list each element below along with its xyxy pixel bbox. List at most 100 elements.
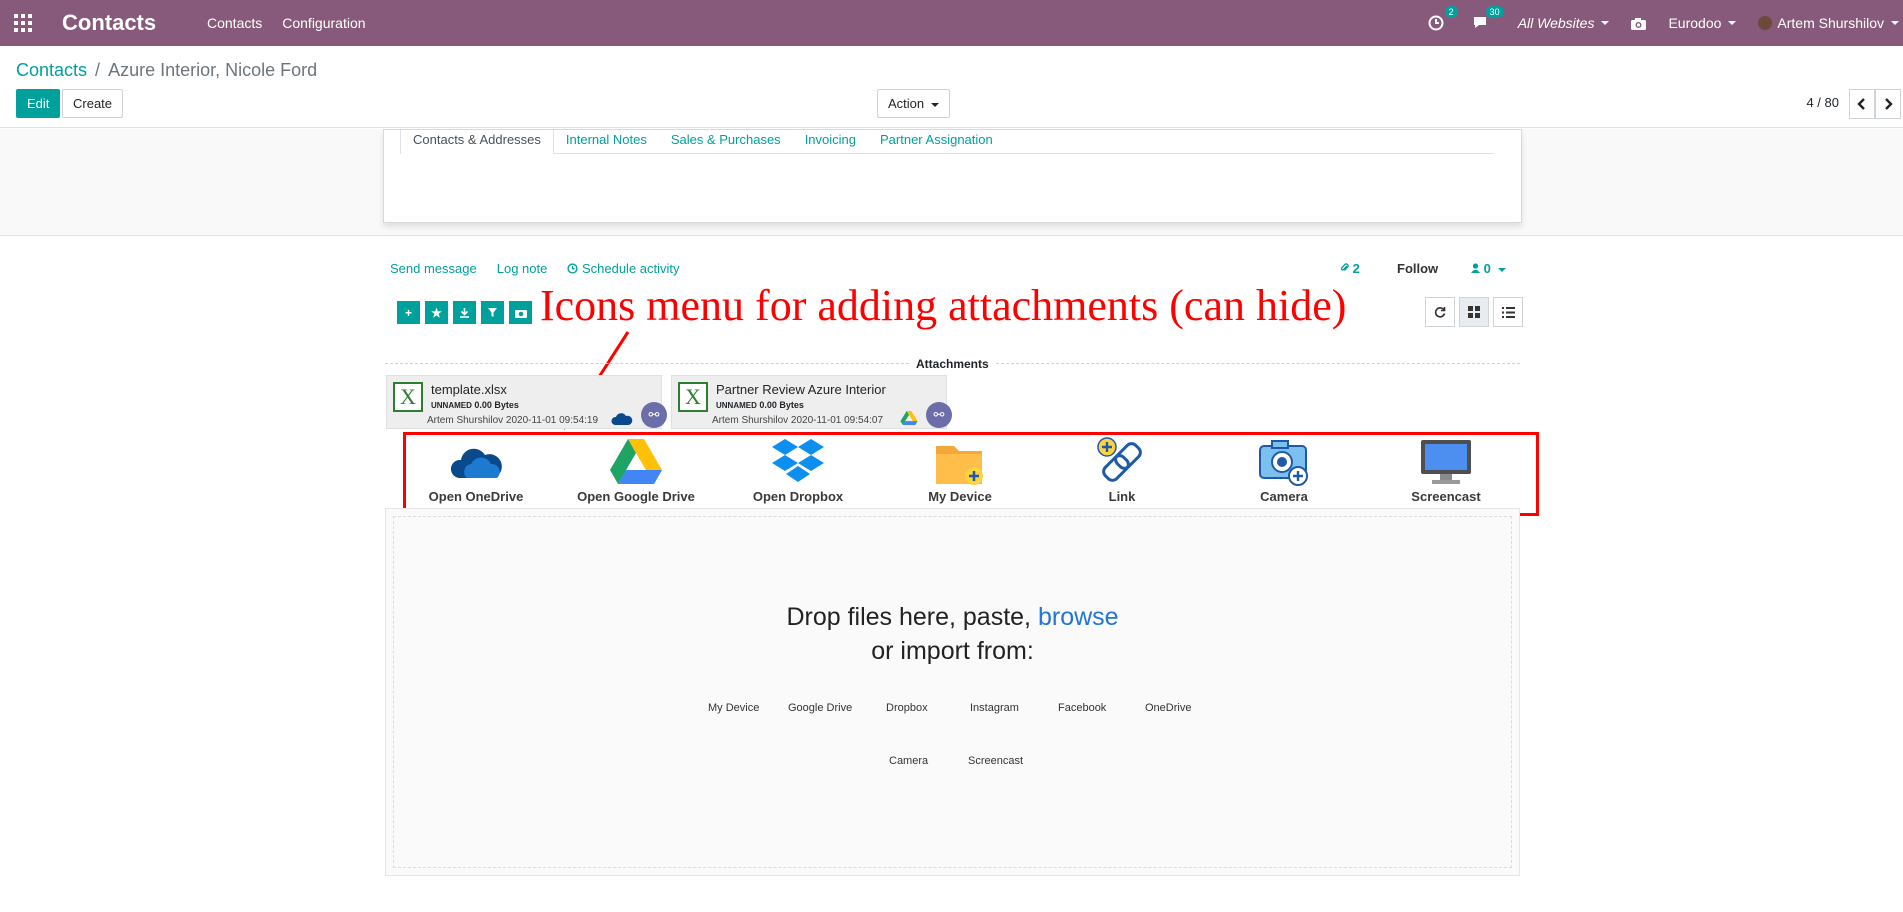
list-view-button[interactable] bbox=[1493, 297, 1523, 327]
websites-switcher[interactable]: All Websites bbox=[1518, 15, 1610, 31]
breadcrumb-separator: / bbox=[95, 60, 101, 80]
open-dropbox-button[interactable]: Open Dropbox bbox=[728, 437, 868, 504]
edit-button[interactable]: Edit bbox=[16, 89, 61, 118]
link-add-icon bbox=[1097, 437, 1142, 482]
notebook-tabs: Contacts & Addresses Internal Notes Sale… bbox=[400, 130, 1494, 154]
onedrive-icon[interactable] bbox=[611, 412, 633, 426]
excel-file-icon: X bbox=[393, 382, 423, 412]
apps-menu-icon[interactable] bbox=[14, 14, 32, 32]
activity-count-badge: 2 bbox=[1444, 6, 1458, 18]
dropzone-area[interactable] bbox=[393, 516, 1512, 868]
import-onedrive[interactable]: OneDrive bbox=[1145, 702, 1191, 714]
chevron-down-icon bbox=[1497, 267, 1506, 272]
onedrive-icon bbox=[450, 448, 502, 478]
download-icon bbox=[460, 308, 469, 318]
camera-capture-button[interactable]: Camera bbox=[1214, 437, 1354, 504]
clock-icon bbox=[1428, 15, 1444, 31]
main-menu: Contacts Configuration bbox=[207, 15, 366, 31]
followers-button[interactable]: 0 bbox=[1471, 261, 1506, 276]
filter-icon bbox=[488, 308, 497, 317]
followers-count: 0 bbox=[1483, 261, 1491, 276]
menu-item-label: Open OneDrive bbox=[428, 489, 524, 504]
monitor-icon bbox=[1421, 440, 1471, 484]
tab-sales-purchases[interactable]: Sales & Purchases bbox=[659, 130, 793, 154]
user-menu[interactable]: Artem Shurshilov bbox=[1758, 15, 1899, 31]
dropbox-icon bbox=[772, 439, 824, 482]
grid-view-button[interactable] bbox=[1459, 297, 1489, 327]
my-device-button[interactable]: My Device bbox=[890, 437, 1030, 504]
refresh-button[interactable] bbox=[1425, 297, 1455, 327]
browse-link[interactable]: browse bbox=[1038, 603, 1119, 631]
schedule-activity-button[interactable]: Schedule activity bbox=[567, 261, 680, 276]
attachment-tag: UNNAMED bbox=[716, 401, 757, 410]
activity-menu[interactable]: 2 bbox=[1428, 6, 1458, 31]
log-note-button[interactable]: Log note bbox=[497, 261, 548, 276]
breadcrumb-contacts[interactable]: Contacts bbox=[16, 60, 87, 80]
attachment-name: Partner Review Azure Interior bbox=[716, 382, 886, 397]
attachment-size: 0.00 Bytes bbox=[474, 400, 519, 410]
pager-next-button[interactable] bbox=[1875, 89, 1901, 119]
chatter-topbar: Send message Log note Schedule activity bbox=[390, 261, 680, 276]
import-my-device[interactable]: My Device bbox=[708, 702, 759, 714]
open-google-drive-button[interactable]: Open Google Drive bbox=[566, 437, 706, 504]
add-attachment-button[interactable]: + bbox=[397, 301, 420, 324]
open-onedrive-button[interactable]: Open OneDrive bbox=[406, 437, 546, 504]
list-icon bbox=[1501, 306, 1515, 318]
tab-internal-notes[interactable]: Internal Notes bbox=[554, 130, 659, 154]
menu-item-label: Open Google Drive bbox=[577, 489, 695, 504]
pager-previous-button[interactable] bbox=[1849, 89, 1875, 119]
company-switcher[interactable]: Eurodoo bbox=[1668, 15, 1737, 31]
dropzone-line1: Drop files here, paste, bbox=[786, 603, 1032, 631]
action-dropdown[interactable]: Action bbox=[877, 89, 951, 118]
link-icon[interactable]: ⚯ bbox=[926, 402, 952, 428]
import-dropbox[interactable]: Dropbox bbox=[886, 702, 928, 714]
attachment-card[interactable]: X Partner Review Azure Interior UNNAMED … bbox=[671, 375, 952, 429]
add-link-button[interactable]: Link bbox=[1052, 437, 1192, 504]
user-icon bbox=[1471, 263, 1480, 273]
link-icon[interactable]: ⚯ bbox=[641, 402, 667, 428]
menu-configuration[interactable]: Configuration bbox=[282, 15, 365, 31]
top-navbar: Contacts Contacts Configuration 2 30 All… bbox=[0, 0, 1903, 46]
grid-icon bbox=[1468, 306, 1480, 318]
create-button[interactable]: Create bbox=[62, 89, 124, 118]
clock-icon bbox=[567, 263, 578, 274]
annotation-text: Icons menu for adding attachments (can h… bbox=[540, 281, 1347, 330]
dropzone-line2: or import from: bbox=[871, 637, 1034, 665]
download-button[interactable] bbox=[453, 301, 476, 324]
dropzone-text: Drop files here, paste, browse or import… bbox=[393, 600, 1512, 668]
camera-icon bbox=[1631, 17, 1647, 30]
menu-item-label: Open Dropbox bbox=[752, 489, 844, 504]
attachment-count-button[interactable]: 2 bbox=[1340, 261, 1360, 276]
google-drive-icon[interactable] bbox=[898, 411, 920, 425]
pager-value[interactable]: 4 / 80 bbox=[1806, 95, 1839, 110]
refresh-icon bbox=[1434, 307, 1446, 318]
attachment-size: 0.00 Bytes bbox=[759, 400, 804, 410]
send-message-button[interactable]: Send message bbox=[390, 261, 477, 276]
app-brand[interactable]: Contacts bbox=[62, 10, 156, 36]
camera-icon bbox=[514, 309, 527, 318]
tab-invoicing[interactable]: Invoicing bbox=[793, 130, 868, 154]
screencast-button[interactable]: Screencast bbox=[1376, 437, 1516, 504]
import-camera[interactable]: Camera bbox=[889, 755, 928, 767]
import-instagram[interactable]: Instagram bbox=[970, 702, 1019, 714]
import-google-drive[interactable]: Google Drive bbox=[788, 702, 852, 714]
tab-partner-assignation[interactable]: Partner Assignation bbox=[868, 130, 1005, 154]
menu-item-label: Camera bbox=[1260, 489, 1308, 504]
import-screencast[interactable]: Screencast bbox=[968, 755, 1023, 767]
star-icon: ★ bbox=[431, 305, 442, 320]
tab-contacts-addresses[interactable]: Contacts & Addresses bbox=[400, 130, 554, 154]
attachment-toolbar: + ★ bbox=[397, 301, 532, 324]
folder-add-icon bbox=[936, 446, 983, 485]
camera-menu[interactable] bbox=[1631, 17, 1647, 30]
follow-button[interactable]: Follow bbox=[1397, 261, 1438, 276]
menu-contacts[interactable]: Contacts bbox=[207, 15, 262, 31]
import-facebook[interactable]: Facebook bbox=[1058, 702, 1106, 714]
chevron-down-icon bbox=[1728, 21, 1737, 25]
messaging-menu[interactable]: 30 bbox=[1472, 6, 1504, 31]
attachment-card[interactable]: X template.xlsx UNNAMED 0.00 Bytes Artem… bbox=[386, 375, 667, 429]
camera-button[interactable] bbox=[509, 301, 532, 324]
filter-button[interactable] bbox=[481, 301, 504, 324]
favorite-button[interactable]: ★ bbox=[425, 301, 448, 324]
chevron-down-icon bbox=[1601, 21, 1610, 25]
excel-file-icon: X bbox=[678, 382, 708, 412]
